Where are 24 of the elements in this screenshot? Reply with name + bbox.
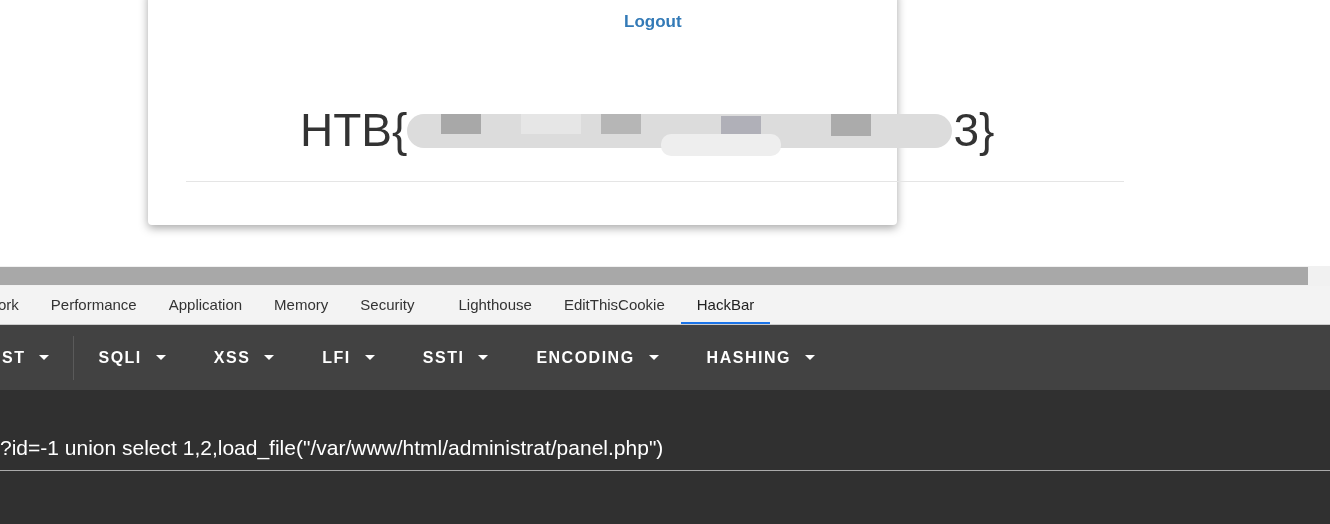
logout-link[interactable]: Logout bbox=[624, 12, 682, 32]
devtools-tab[interactable]: Lighthouse bbox=[442, 286, 548, 324]
caret-icon bbox=[39, 354, 50, 361]
caret-icon bbox=[264, 354, 275, 361]
menu-button[interactable]: SQLI bbox=[74, 325, 190, 390]
caret-icon bbox=[648, 354, 659, 361]
caret-icon bbox=[478, 354, 489, 361]
menu-button[interactable]: SSTI bbox=[398, 325, 513, 390]
menu-button[interactable]: ST bbox=[0, 325, 74, 390]
flag-text: HTB{ bbox=[300, 103, 408, 157]
devtools-tab[interactable]: Memory bbox=[258, 286, 345, 324]
caret-icon bbox=[155, 354, 166, 361]
devtools-tab[interactable]: EditThisCookie bbox=[547, 286, 681, 324]
devtools-tab[interactable]: Application bbox=[152, 286, 259, 324]
scrollbar[interactable] bbox=[0, 267, 1308, 285]
devtools-tab[interactable]: Performance bbox=[34, 286, 153, 324]
menu-button[interactable]: ENCODING bbox=[512, 325, 683, 390]
flag-text: 3} bbox=[953, 103, 995, 157]
caret-icon bbox=[364, 354, 375, 361]
caret-icon bbox=[804, 354, 815, 361]
menu-button[interactable]: LFI bbox=[298, 325, 399, 390]
menu-button[interactable]: HASHING bbox=[682, 325, 839, 390]
menu-button[interactable]: XSS bbox=[189, 325, 299, 390]
devtools-tab[interactable]: Security bbox=[344, 286, 431, 324]
